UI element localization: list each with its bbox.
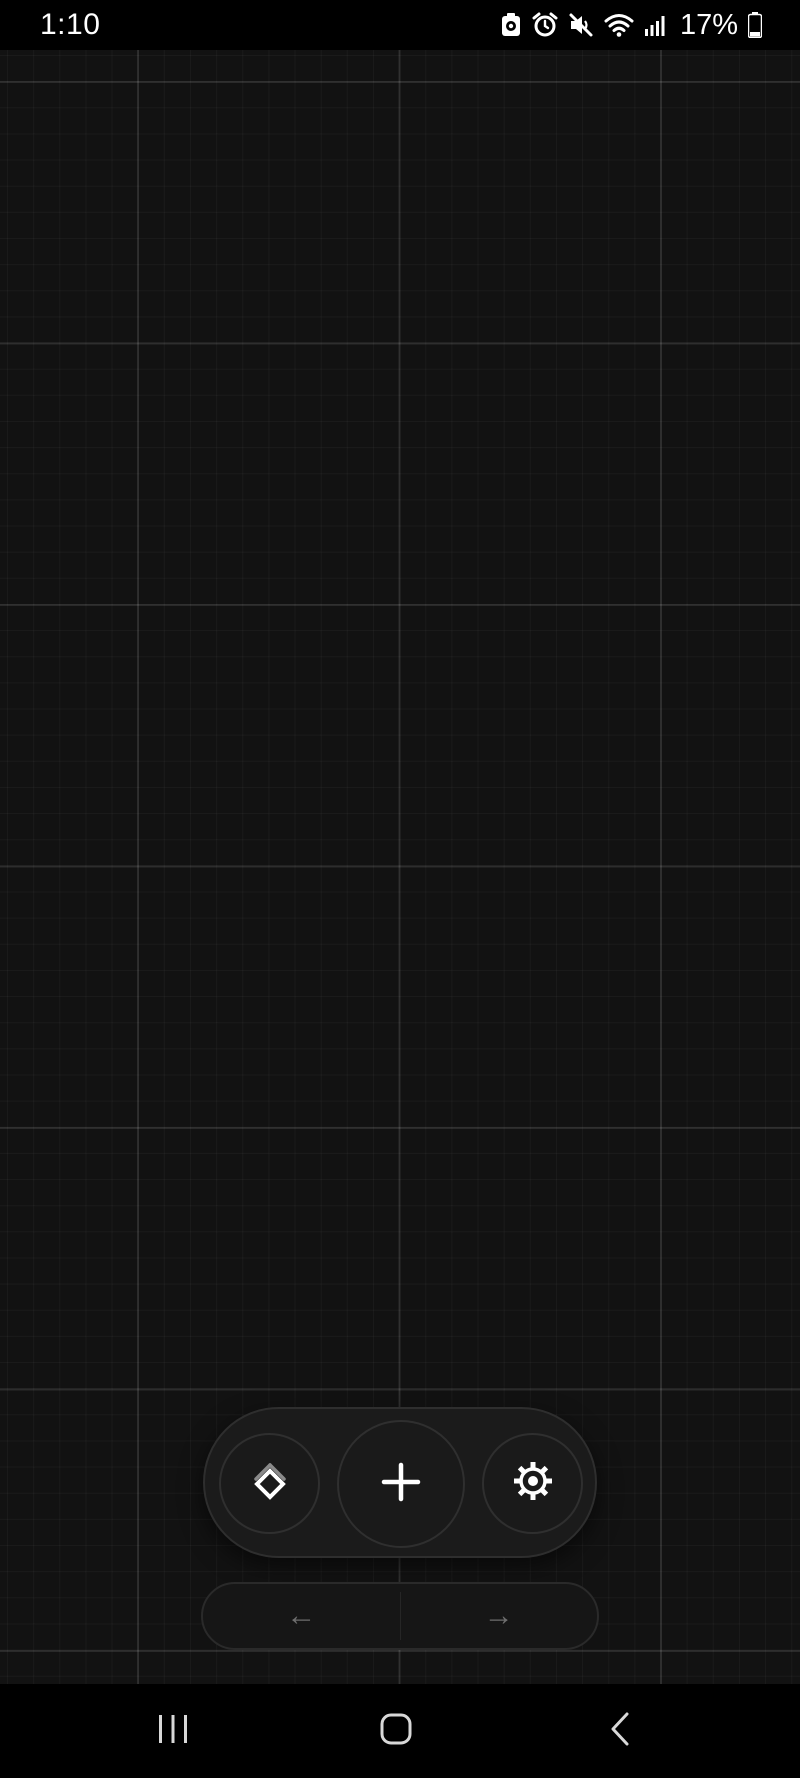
status-icons: 17% (500, 9, 762, 42)
undo-button[interactable]: ← (203, 1584, 400, 1648)
layers-button[interactable] (219, 1433, 320, 1534)
gear-icon (512, 1460, 554, 1507)
mute-icon (568, 12, 594, 38)
battery-icon (748, 12, 762, 38)
alarm-icon (532, 12, 558, 38)
add-button[interactable] (337, 1420, 465, 1548)
plus-icon (381, 1462, 421, 1507)
arrow-left-icon: ← (286, 1599, 317, 1632)
floating-toolbar (203, 1407, 597, 1558)
battery-percent: 17% (679, 8, 738, 41)
status-bar: 1:10 17% (0, 0, 800, 50)
home-icon (379, 1712, 413, 1751)
settings-button[interactable] (482, 1433, 583, 1534)
signal-icon (644, 13, 668, 37)
recent-apps-button[interactable] (148, 1706, 198, 1756)
wifi-icon (604, 13, 634, 37)
system-navigation-bar (0, 1684, 800, 1778)
back-button[interactable] (596, 1706, 646, 1756)
history-nav: ← → (201, 1582, 599, 1650)
back-icon (606, 1711, 636, 1752)
screen-recorder-icon (500, 12, 522, 38)
status-time: 1:10 (40, 8, 101, 41)
home-button[interactable] (371, 1706, 421, 1756)
arrow-right-icon: → (483, 1599, 514, 1632)
redo-button[interactable]: → (401, 1584, 598, 1648)
recent-apps-icon (156, 1713, 190, 1750)
layers-diamond-icon (250, 1461, 290, 1506)
